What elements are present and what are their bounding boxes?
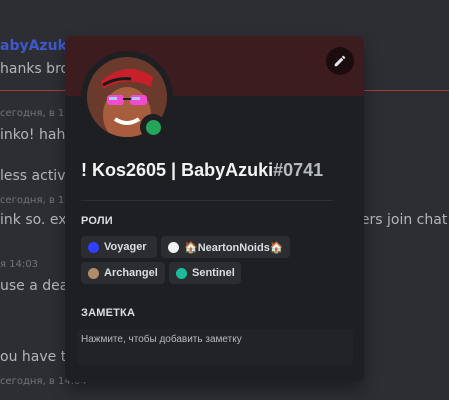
status-indicator bbox=[140, 114, 166, 140]
role-color-dot bbox=[168, 241, 179, 253]
user-profile-popout: ! Kos2605 | BabyAzuki#0741 РОЛИ Voyager … bbox=[65, 36, 364, 382]
role-chip-neartonnoids[interactable]: 🏠NeartonNoids🏠 bbox=[161, 236, 290, 258]
role-label: 🏠NeartonNoids🏠 bbox=[184, 241, 284, 254]
section-divider bbox=[81, 200, 333, 201]
role-color-dot bbox=[176, 267, 187, 279]
role-color-dot bbox=[88, 267, 99, 279]
roles-section-title: РОЛИ bbox=[81, 215, 113, 227]
username-text: ! Kos2605 | BabyAzuki bbox=[81, 160, 274, 180]
edit-profile-button[interactable] bbox=[326, 47, 354, 75]
online-status-dot bbox=[145, 119, 161, 135]
note-input[interactable]: Нажмите, чтобы добавить заметку bbox=[77, 329, 353, 365]
role-chip-sentinel[interactable]: Sentinel bbox=[169, 262, 241, 284]
note-placeholder: Нажмите, чтобы добавить заметку bbox=[81, 334, 242, 345]
role-chip-voyager[interactable]: Voyager bbox=[81, 236, 157, 258]
role-color-dot bbox=[88, 241, 99, 253]
pencil-icon bbox=[334, 55, 346, 67]
note-section-title: ЗАМЕТКА bbox=[81, 307, 136, 319]
role-chip-archangel[interactable]: Archangel bbox=[81, 262, 165, 284]
discriminator: #0741 bbox=[273, 160, 324, 180]
role-label: Sentinel bbox=[192, 267, 235, 279]
profile-username: ! Kos2605 | BabyAzuki#0741 bbox=[81, 160, 323, 181]
role-label: Voyager bbox=[104, 241, 147, 253]
role-label: Archangel bbox=[104, 267, 158, 279]
roles-list: Voyager 🏠NeartonNoids🏠 Archangel Sentine… bbox=[81, 236, 351, 284]
